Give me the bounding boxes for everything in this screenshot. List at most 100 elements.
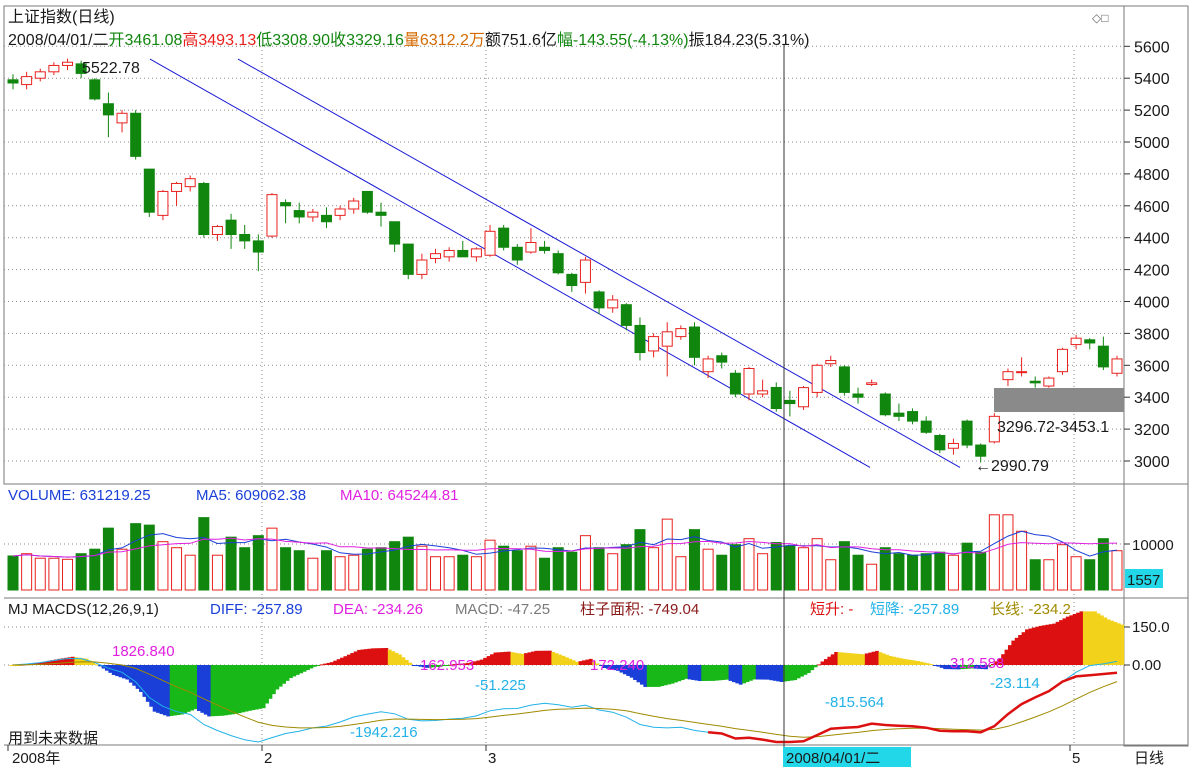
volume-ma5-label: MA5: 609062.38 — [196, 487, 306, 504]
macd-bar — [823, 659, 828, 665]
candle-body — [934, 434, 946, 451]
macd-bar — [800, 665, 804, 677]
volume-bar — [252, 535, 264, 591]
macd-bar — [234, 665, 239, 714]
macd-bar — [381, 648, 385, 665]
macd-bar — [534, 650, 539, 665]
macd-bar — [776, 665, 781, 682]
macd-bar — [680, 665, 685, 681]
macd-bar — [881, 653, 886, 665]
macd-bar — [1110, 620, 1114, 665]
candle-body — [307, 211, 319, 218]
info-close: 收3329.16 — [330, 31, 404, 49]
volume-bar — [198, 517, 210, 591]
macd-bar — [537, 650, 542, 665]
info-high: 高3493.13 — [182, 31, 256, 49]
candle-body — [620, 304, 632, 326]
macd-bar — [731, 665, 736, 683]
volume-bar — [1043, 559, 1055, 591]
macd-bar — [817, 664, 821, 666]
macd-bar — [766, 665, 770, 680]
volume-bar — [511, 550, 523, 591]
price-tick-label: 3400 — [1134, 390, 1170, 407]
macd-bar — [1069, 615, 1074, 665]
volume-bar — [320, 550, 332, 591]
candle-body — [293, 210, 305, 218]
macd-bar — [691, 665, 695, 680]
price-tick-label: 5400 — [1134, 71, 1170, 88]
macd-ytick-150: 150.0 — [1132, 619, 1170, 636]
price-tick-label: 4000 — [1134, 295, 1170, 312]
macd-bar — [360, 649, 365, 665]
candle-body — [852, 393, 864, 398]
macd-bar — [374, 648, 378, 665]
macd-bar — [214, 665, 218, 717]
volume-bar — [634, 529, 646, 591]
volume-ytick-label: 10000 — [1132, 537, 1174, 554]
macd-bar — [888, 656, 893, 665]
macd-bar — [169, 665, 174, 716]
candlestick-series — [7, 58, 1123, 463]
macd-bar — [674, 665, 678, 683]
candle-body — [1084, 339, 1096, 344]
period-label[interactable]: 日线 — [1134, 750, 1164, 767]
candle-body — [838, 366, 850, 393]
volume-title: VOLUME: 631219.25 — [8, 487, 151, 504]
macd-bar — [483, 657, 488, 665]
macd-bar — [309, 665, 314, 669]
candle-body — [102, 103, 114, 116]
macd-bar — [1079, 611, 1084, 665]
macd-bar — [858, 653, 862, 665]
macd-bar — [490, 654, 494, 665]
candle-body — [525, 241, 537, 253]
macd-bar — [207, 665, 212, 717]
volume-bar — [34, 557, 46, 591]
macd-bar — [70, 656, 75, 665]
macd-bar — [827, 656, 832, 665]
price-tick-label: 5600 — [1134, 39, 1170, 56]
macd-bar — [919, 661, 924, 665]
volume-bar — [361, 548, 373, 591]
volume-bar — [239, 547, 251, 591]
candle-body — [252, 240, 264, 253]
macd-bar — [248, 665, 252, 711]
info-open: 开3461.08 — [109, 32, 183, 49]
macd-bar — [878, 652, 883, 665]
volume-bar — [1002, 514, 1014, 591]
volume-bar — [443, 556, 455, 591]
macd-bar — [1021, 632, 1026, 665]
candle-body — [1111, 358, 1123, 374]
window-icons[interactable]: ◇□ — [1092, 11, 1108, 25]
candle-body — [675, 328, 687, 338]
candle-body — [893, 412, 905, 417]
volume-bar — [498, 545, 510, 591]
macd-annotation: 172.240 — [590, 657, 644, 674]
macd-bar — [892, 656, 896, 665]
macd-bar — [687, 665, 692, 680]
macd-bar — [902, 658, 907, 665]
volume-bar — [675, 556, 687, 591]
volume-current-label: 1557 — [1127, 572, 1160, 589]
volume-bar — [620, 544, 632, 591]
volume-bar — [334, 556, 346, 591]
macd-bar — [517, 653, 522, 665]
candle-body — [130, 112, 142, 157]
macd-bar — [1082, 611, 1087, 665]
stock-chart-canvas[interactable]: 5600 5400 5200 5000 4800 4600 4400 4200 4000 3800… — [0, 0, 1192, 772]
date-tick-label: 2008年 — [12, 750, 60, 767]
volume-bar — [1070, 556, 1082, 591]
date-axis: 2008年2345 — [7, 745, 1080, 767]
info-chg: 幅-143.55(-4.13%) — [557, 31, 689, 49]
macd-bar — [401, 657, 406, 665]
macd-bar — [841, 652, 845, 665]
macd-bar — [667, 665, 672, 685]
macd-bar — [357, 649, 361, 665]
macd-bar — [289, 665, 293, 679]
volume-bar — [825, 559, 837, 591]
macd-bar — [793, 665, 798, 681]
macd-bar — [653, 665, 658, 687]
info-amt: 额751.6亿 — [485, 31, 557, 49]
macd-bar — [530, 651, 535, 665]
macd-bar — [227, 665, 232, 715]
macd-bar — [885, 654, 890, 665]
